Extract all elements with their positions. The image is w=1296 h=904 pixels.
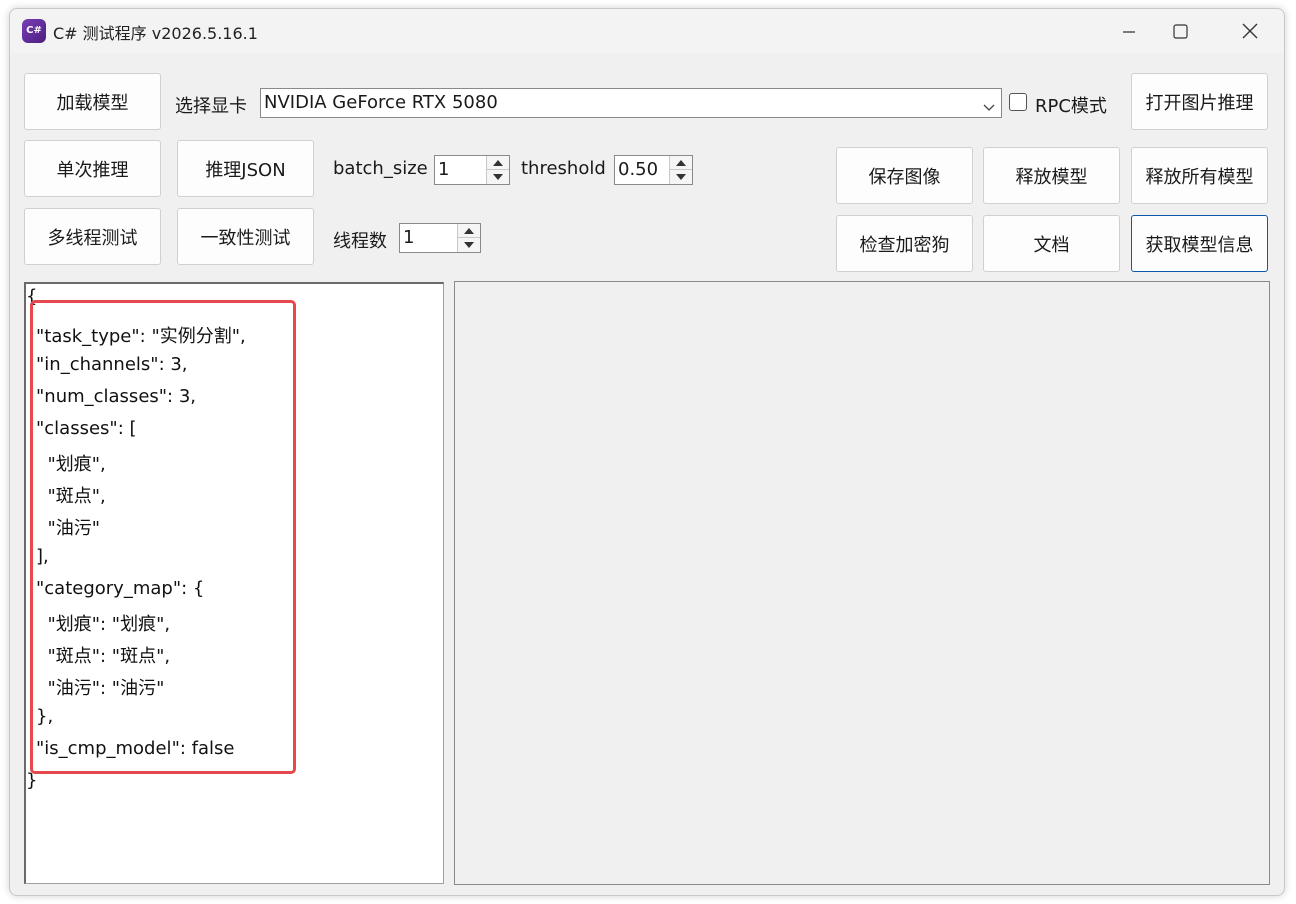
caret-down-icon [676, 174, 686, 180]
rpc-mode-label[interactable]: RPC模式 [1035, 92, 1107, 118]
close-button[interactable] [1235, 19, 1265, 43]
threads-label: 线程数 [333, 231, 387, 252]
threshold-value: 0.50 [618, 159, 659, 180]
select-gpu-label: 选择显卡 [175, 96, 247, 117]
caret-up-icon [676, 159, 686, 166]
open-image-infer-button[interactable]: 打开图片推理 [1131, 73, 1268, 130]
maximize-button[interactable] [1165, 19, 1195, 43]
threads-up-button[interactable] [458, 224, 480, 238]
annotation-highlight-box [30, 300, 296, 774]
save-image-button[interactable]: 保存图像 [836, 147, 973, 204]
app-window: C# C# 测试程序 v2026.5.16.1 加载模型 选择显卡 NVIDIA… [9, 8, 1285, 896]
image-display-panel[interactable] [454, 281, 1270, 885]
threads-down-button[interactable] [458, 238, 480, 252]
check-dongle-button[interactable]: 检查加密狗 [836, 215, 973, 272]
chevron-down-icon [983, 98, 995, 117]
batch-size-label: batch_size [333, 158, 428, 179]
threads-value: 1 [403, 227, 415, 248]
batch-size-up-button[interactable] [487, 156, 509, 170]
caret-down-icon [464, 242, 474, 248]
caret-down-icon [493, 174, 503, 180]
docs-button[interactable]: 文档 [983, 215, 1120, 272]
load-model-button[interactable]: 加载模型 [24, 73, 161, 130]
threshold-label: threshold [521, 158, 606, 179]
gpu-select[interactable]: NVIDIA GeForce RTX 5080 [260, 88, 1002, 118]
threads-stepper[interactable]: 1 [399, 223, 481, 253]
consistency-test-button[interactable]: 一致性测试 [177, 208, 314, 265]
json-output-textbox[interactable]: { "task_type": "实例分割", "in_channels": 3,… [24, 282, 444, 884]
release-all-models-button[interactable]: 释放所有模型 [1131, 147, 1268, 204]
rpc-mode-checkbox[interactable] [1009, 93, 1027, 111]
caret-up-icon [464, 227, 474, 234]
batch-size-value: 1 [438, 159, 450, 180]
minimize-button[interactable] [1114, 19, 1144, 43]
minimize-icon [1123, 31, 1135, 33]
title-bar[interactable]: C# C# 测试程序 v2026.5.16.1 [10, 9, 1284, 53]
window-title: C# 测试程序 v2026.5.16.1 [53, 24, 258, 43]
infer-json-button[interactable]: 推理JSON [177, 140, 314, 197]
multithread-test-button[interactable]: 多线程测试 [24, 208, 161, 265]
release-model-button[interactable]: 释放模型 [983, 147, 1120, 204]
threshold-down-button[interactable] [670, 170, 692, 184]
caret-up-icon [493, 159, 503, 166]
maximize-icon [1173, 24, 1188, 39]
batch-size-down-button[interactable] [487, 170, 509, 184]
threads-spin-buttons [457, 224, 480, 252]
threshold-up-button[interactable] [670, 156, 692, 170]
batch-size-stepper[interactable]: 1 [434, 155, 510, 185]
app-icon: C# [22, 19, 46, 43]
close-icon [1242, 23, 1258, 39]
threshold-stepper[interactable]: 0.50 [614, 155, 693, 185]
threshold-spin-buttons [669, 156, 692, 184]
batch-size-spin-buttons [486, 156, 509, 184]
gpu-select-value: NVIDIA GeForce RTX 5080 [264, 92, 498, 113]
single-infer-button[interactable]: 单次推理 [24, 140, 161, 197]
get-model-info-button[interactable]: 获取模型信息 [1131, 215, 1268, 272]
